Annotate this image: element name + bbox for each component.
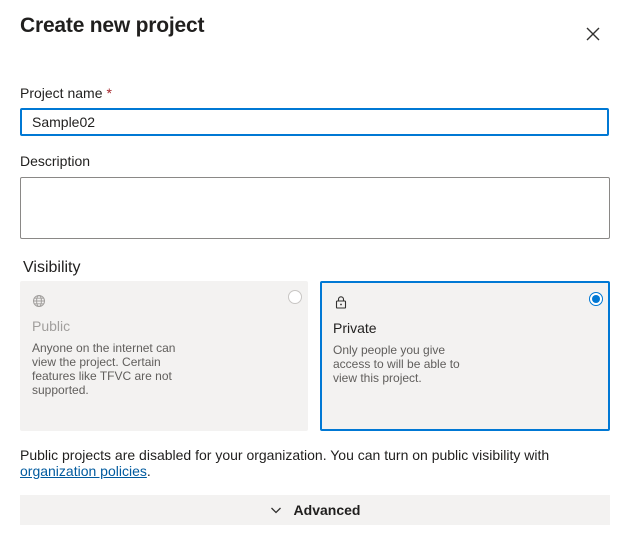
- description-input[interactable]: [20, 177, 610, 239]
- close-icon: [586, 27, 600, 41]
- required-marker: *: [106, 85, 112, 101]
- project-name-label: Project name *: [20, 85, 112, 101]
- globe-icon: [33, 295, 45, 307]
- visibility-note: Public projects are disabled for your or…: [20, 447, 620, 479]
- lock-icon: [335, 296, 347, 309]
- visibility-option-private[interactable]: Private Only people you give access to w…: [320, 281, 610, 431]
- visibility-note-text: Public projects are disabled for your or…: [20, 447, 550, 463]
- public-option-title: Public: [32, 318, 71, 334]
- organization-policies-link[interactable]: organization policies: [20, 463, 147, 479]
- private-option-title: Private: [333, 320, 377, 336]
- dialog-title: Create new project: [20, 14, 205, 37]
- public-radio: [288, 290, 302, 304]
- visibility-option-public: Public Anyone on the internet can view t…: [20, 281, 308, 431]
- private-radio[interactable]: [589, 292, 603, 306]
- close-button[interactable]: [582, 23, 604, 45]
- chevron-down-icon: [270, 507, 281, 514]
- private-option-description: Only people you give access to will be a…: [333, 343, 460, 385]
- visibility-heading: Visibility: [23, 259, 81, 276]
- advanced-label: Advanced: [293, 502, 361, 518]
- advanced-toggle-button[interactable]: Advanced: [20, 495, 610, 525]
- visibility-note-end: .: [146, 463, 151, 479]
- public-option-description: Anyone on the internet can view the proj…: [32, 341, 176, 397]
- description-label: Description: [20, 153, 91, 169]
- project-name-label-text: Project name: [20, 85, 103, 101]
- project-name-input[interactable]: [20, 108, 609, 136]
